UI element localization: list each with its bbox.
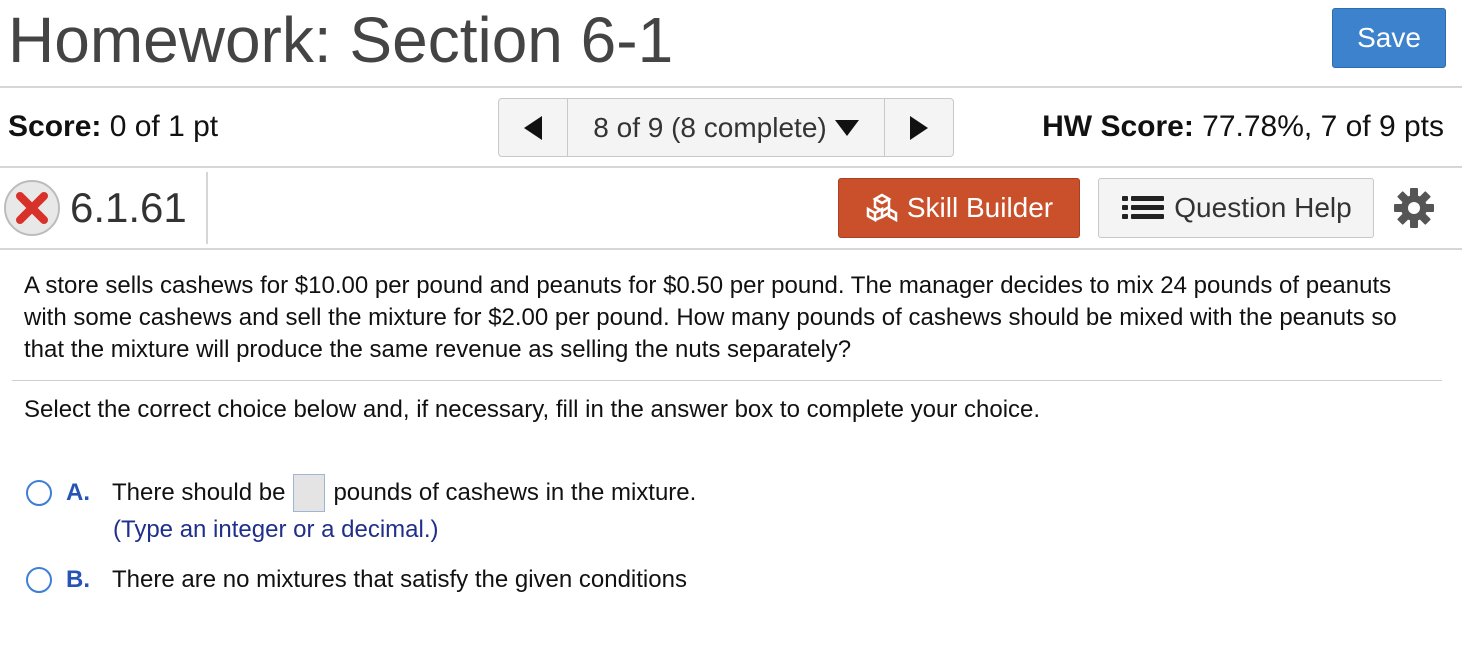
score: Score: 0 of 1 pt bbox=[8, 110, 218, 144]
incorrect-x-icon bbox=[4, 180, 60, 236]
next-question-button[interactable] bbox=[885, 99, 953, 156]
question-navigator: 8 of 9 (8 complete) bbox=[498, 98, 954, 157]
choice-a-text-before: There should be bbox=[112, 479, 286, 506]
skill-builder-button[interactable]: Skill Builder bbox=[838, 178, 1080, 238]
divider bbox=[0, 166, 1462, 168]
choice-b-letter: B. bbox=[66, 566, 90, 593]
question-selector-dropdown[interactable]: 8 of 9 (8 complete) bbox=[567, 99, 885, 156]
answer-input[interactable] bbox=[293, 474, 326, 512]
choice-a: A. There should be pounds of cashews in … bbox=[26, 474, 696, 512]
instruction-text: Select the correct choice below and, if … bbox=[24, 396, 1041, 423]
list-icon bbox=[1122, 196, 1165, 219]
previous-question-button[interactable] bbox=[499, 99, 567, 156]
question-help-label: Question Help bbox=[1174, 192, 1352, 223]
choice-a-letter: A. bbox=[66, 479, 90, 506]
choice-a-radio[interactable] bbox=[26, 480, 52, 506]
skill-builder-label: Skill Builder bbox=[906, 192, 1054, 223]
choice-b: B. There are no mixtures that satisfy th… bbox=[26, 566, 687, 594]
divider bbox=[0, 248, 1462, 250]
caret-left-icon bbox=[524, 115, 542, 140]
question-number: 6.1.61 bbox=[70, 184, 187, 231]
save-button[interactable]: Save bbox=[1332, 8, 1446, 68]
caret-down-icon bbox=[834, 119, 859, 136]
question-number-bar: 6.1.61 bbox=[4, 172, 208, 244]
choice-b-text: There are no mixtures that satisfy the g… bbox=[112, 566, 687, 593]
choice-b-radio[interactable] bbox=[26, 567, 52, 593]
score-value: 0 of 1 pt bbox=[109, 110, 219, 143]
choice-a-hint: (Type an integer or a decimal.) bbox=[113, 516, 439, 543]
question-help-button[interactable]: Question Help bbox=[1098, 178, 1374, 238]
page-title: Homework: Section 6-1 bbox=[8, 4, 674, 76]
score-label: Score: bbox=[8, 110, 102, 143]
choice-a-text-after: pounds of cashews in the mixture. bbox=[333, 479, 697, 506]
gear-icon[interactable] bbox=[1392, 186, 1436, 230]
divider bbox=[12, 380, 1442, 381]
question-text: A store sells cashews for $10.00 per pou… bbox=[24, 272, 1397, 363]
hw-score-value: 77.78%, 7 of 9 pts bbox=[1202, 110, 1444, 143]
hw-score: HW Score: 77.78%, 7 of 9 pts bbox=[1042, 110, 1444, 144]
hw-score-label: HW Score: bbox=[1042, 110, 1194, 143]
caret-right-icon bbox=[910, 115, 928, 140]
question-position: 8 of 9 (8 complete) bbox=[593, 111, 827, 143]
blocks-icon bbox=[866, 193, 898, 223]
divider bbox=[0, 86, 1462, 88]
